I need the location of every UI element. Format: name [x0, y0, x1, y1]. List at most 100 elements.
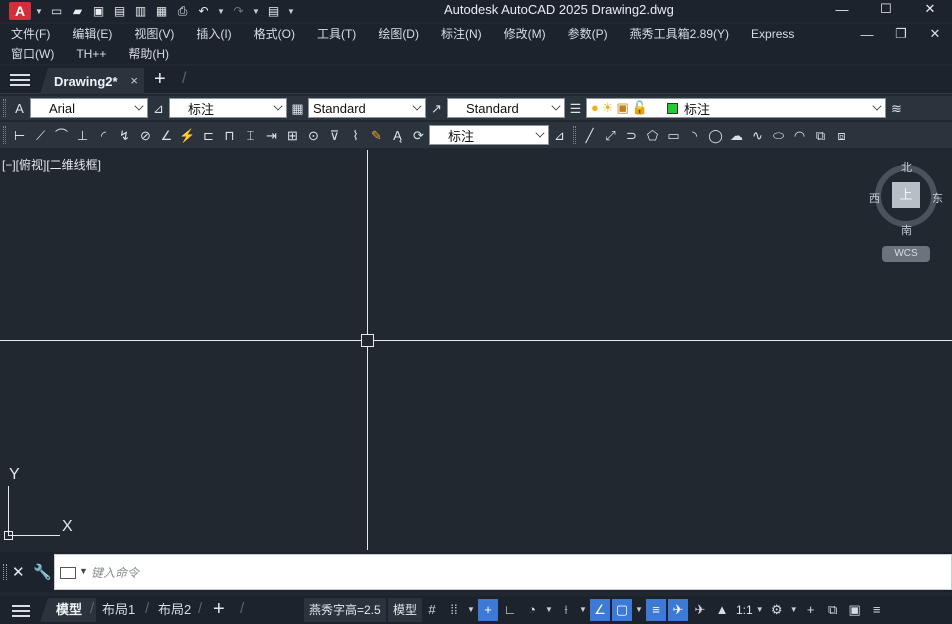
ordinate-dim-icon[interactable]: ⊥	[74, 127, 91, 144]
annotation-scale-value[interactable]: 1:1	[734, 599, 755, 621]
wcs-menu-button[interactable]: WCS	[882, 246, 930, 262]
diameter-dim-icon[interactable]: ⊘	[137, 127, 154, 144]
drawing-canvas[interactable]: [−][俯视][二维线框] 上 北 南 东 西 WCS Y X	[0, 150, 952, 550]
linear-dim-icon[interactable]: ⊢	[11, 127, 28, 144]
arc-length-icon[interactable]: ⌒	[53, 127, 70, 144]
aligned-dim-icon[interactable]: ⟋	[32, 127, 49, 144]
tab-drawing2[interactable]: Drawing2* ×	[40, 68, 144, 94]
menu-modify[interactable]: 修改(M)	[493, 24, 557, 44]
object-snap-icon[interactable]: ▢	[612, 599, 632, 621]
ortho-icon[interactable]: ∟	[500, 599, 520, 621]
arc-icon[interactable]: ◝	[686, 127, 703, 144]
menu-tools[interactable]: 工具(T)	[306, 24, 367, 44]
clean-screen-icon[interactable]: ▣	[845, 599, 865, 621]
workspace-caret-icon-2[interactable]: ▼	[789, 599, 799, 621]
menu-dimension[interactable]: 标注(N)	[430, 24, 493, 44]
polyline-icon[interactable]: ⊃	[623, 127, 640, 144]
text-height-field[interactable]: 燕秀字高=2.5	[304, 598, 386, 622]
compass-east[interactable]: 东	[932, 190, 943, 206]
isolate-objects-icon[interactable]: ⧉	[823, 599, 843, 621]
doc-restore-button[interactable]: ❐	[884, 24, 918, 44]
ellipse-arc-icon[interactable]: ◠	[791, 127, 808, 144]
lineweight-icon[interactable]: ≡	[646, 599, 666, 621]
menu-yanxiu-toolbox[interactable]: 燕秀工具箱2.89(Y)	[619, 24, 740, 44]
jogged-dim-icon[interactable]: ↯	[116, 127, 133, 144]
layer-properties-icon[interactable]: ☰	[567, 100, 584, 117]
menu-view[interactable]: 视图(V)	[123, 24, 185, 44]
compass-south[interactable]: 南	[901, 222, 912, 238]
snap-caret-icon[interactable]: ▼	[466, 599, 476, 621]
command-line-grip[interactable]	[3, 564, 7, 580]
menu-format[interactable]: 格式(O)	[243, 24, 306, 44]
close-tab-icon[interactable]: ×	[130, 73, 138, 88]
redo-caret-icon[interactable]: ▼	[252, 7, 260, 16]
infer-constraints-icon[interactable]: +	[478, 599, 498, 621]
viewcube[interactable]: 上 北 南 东 西	[869, 159, 943, 240]
dim-style-dropdown-2[interactable]: 标注	[429, 125, 549, 145]
inspect-icon[interactable]: ⊽	[326, 127, 343, 144]
menu-thplus[interactable]: TH++	[65, 44, 117, 64]
toolbar-grip-2[interactable]	[3, 126, 6, 144]
center-mark-icon[interactable]: ⊙	[305, 127, 322, 144]
dim-style-dropdown[interactable]: 标注	[169, 98, 287, 118]
open-icon[interactable]: ▰	[70, 4, 85, 18]
model-space-button[interactable]: 模型	[388, 598, 423, 622]
save-as-icon[interactable]: ▤	[112, 4, 127, 18]
workspace-icon[interactable]: ▤	[266, 4, 281, 18]
circle-icon[interactable]: ◯	[707, 127, 724, 144]
undo-icon[interactable]: ↶	[196, 4, 211, 18]
layer-dropdown[interactable]: ● ☀ ▣ 🔓 标注	[586, 98, 886, 118]
dim-edit-icon[interactable]: ✎	[368, 127, 385, 144]
recent-commands-caret-icon[interactable]: ▼	[79, 566, 88, 576]
continue-dim-icon[interactable]: ⊓	[221, 127, 238, 144]
close-button[interactable]: ✕	[908, 0, 952, 18]
compass-north[interactable]: 北	[901, 159, 912, 175]
recent-commands-icon[interactable]	[60, 567, 76, 579]
customization-menu-icon[interactable]: ≡	[867, 599, 887, 621]
dim-update-icon[interactable]: ⟳	[410, 127, 427, 144]
insert-block-icon[interactable]: ⧉	[812, 127, 829, 144]
minimize-button[interactable]: —	[820, 0, 864, 18]
dim-style-icon[interactable]: ⊿	[150, 100, 167, 117]
table-style-icon[interactable]: ▦	[289, 100, 306, 117]
ellipse-icon[interactable]: ⬭	[770, 127, 787, 144]
scale-caret-icon[interactable]: ▼	[755, 599, 765, 621]
dim-space-icon[interactable]: ⌶	[242, 127, 259, 144]
make-block-icon[interactable]: ⧈	[833, 127, 850, 144]
annotation-visibility-icon[interactable]: ✈	[668, 599, 688, 621]
isodraft-caret-icon[interactable]: ▼	[578, 599, 588, 621]
line-icon[interactable]: ╱	[581, 127, 598, 144]
new-icon[interactable]: ▭	[49, 4, 64, 18]
workspace-gear-icon[interactable]: ⚙	[767, 599, 787, 621]
dim-text-edit-icon[interactable]: Ą	[389, 127, 406, 144]
menu-parametric[interactable]: 参数(P)	[557, 24, 619, 44]
menu-insert[interactable]: 插入(I)	[185, 24, 242, 44]
viewcube-top-face[interactable]: 上	[892, 182, 920, 208]
annotation-monitor-icon[interactable]: +	[801, 599, 821, 621]
tolerance-icon[interactable]: ⊞	[284, 127, 301, 144]
toolbar-grip-3[interactable]	[573, 126, 576, 144]
grid-icon[interactable]: #	[422, 599, 442, 621]
polar-tracking-icon[interactable]: ◔	[522, 599, 542, 621]
annotation-scale-icon[interactable]: ▲	[712, 599, 732, 621]
auto-scale-icon[interactable]: ✈	[690, 599, 710, 621]
export-icon[interactable]: ▥	[133, 4, 148, 18]
save-icon[interactable]: ▣	[91, 4, 106, 18]
command-input[interactable]	[91, 563, 931, 583]
spline-icon[interactable]: ∿	[749, 127, 766, 144]
menu-help[interactable]: 帮助(H)	[117, 44, 180, 64]
revision-cloud-icon[interactable]: ☁	[728, 127, 745, 144]
polygon-icon[interactable]: ⬠	[644, 127, 661, 144]
undo-caret-icon[interactable]: ▼	[217, 7, 225, 16]
table-style-dropdown[interactable]: Standard	[308, 98, 426, 118]
baseline-dim-icon[interactable]: ⊏	[200, 127, 217, 144]
text-style-icon[interactable]: A	[11, 100, 28, 117]
import-icon[interactable]: ▦	[154, 4, 169, 18]
menu-window[interactable]: 窗口(W)	[0, 44, 65, 64]
radius-dim-icon[interactable]: ◜	[95, 127, 112, 144]
object-snap-caret-icon[interactable]: ▼	[634, 599, 644, 621]
menu-express[interactable]: Express	[740, 24, 805, 44]
start-menu-icon[interactable]	[10, 71, 30, 89]
construction-line-icon[interactable]: ⤢	[602, 127, 619, 144]
jogged-linear-icon[interactable]: ⌇	[347, 127, 364, 144]
